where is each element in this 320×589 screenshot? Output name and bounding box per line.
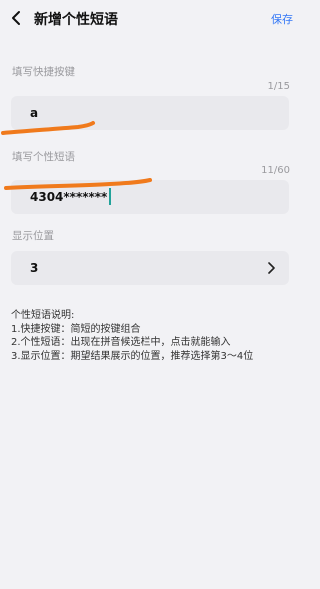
phrase-counter: 11/60 bbox=[261, 165, 290, 176]
header-bar: 新增个性短语 保存 bbox=[0, 0, 300, 38]
chevron-right-icon bbox=[268, 262, 275, 274]
position-value: 3 bbox=[30, 261, 39, 275]
position-label: 显示位置 bbox=[12, 230, 54, 242]
instructions-block: 个性短语说明: 1.快捷按键：简短的按键组合 2.个性短语：出现在拼音候选栏中，… bbox=[11, 309, 253, 363]
phrase-value: 4304******* bbox=[30, 190, 108, 204]
back-arrow-icon[interactable] bbox=[9, 10, 25, 26]
page-title: 新增个性短语 bbox=[34, 12, 118, 28]
text-cursor bbox=[109, 188, 111, 205]
phrase-input[interactable]: 4304******* bbox=[11, 180, 289, 214]
position-select[interactable]: 3 bbox=[11, 251, 289, 285]
instructions-title: 个性短语说明: bbox=[11, 310, 75, 321]
instructions-line: 2.个性短语：出现在拼音候选栏中，点击就能输入 bbox=[11, 337, 231, 348]
shortcut-value: a bbox=[30, 106, 39, 120]
orange-scribble-overlay bbox=[1, 121, 152, 190]
phrase-label: 填写个性短语 bbox=[12, 151, 75, 163]
instructions-line: 3.显示位置：期望结果展示的位置，推荐选择第3～4位 bbox=[11, 350, 254, 362]
shortcut-input[interactable]: a bbox=[11, 96, 289, 130]
shortcut-counter: 1/15 bbox=[267, 81, 290, 92]
instructions-line: 1.快捷按键：简短的按键组合 bbox=[11, 323, 141, 335]
shortcut-label: 填写快捷按键 bbox=[12, 66, 75, 78]
save-button[interactable]: 保存 bbox=[271, 11, 293, 27]
